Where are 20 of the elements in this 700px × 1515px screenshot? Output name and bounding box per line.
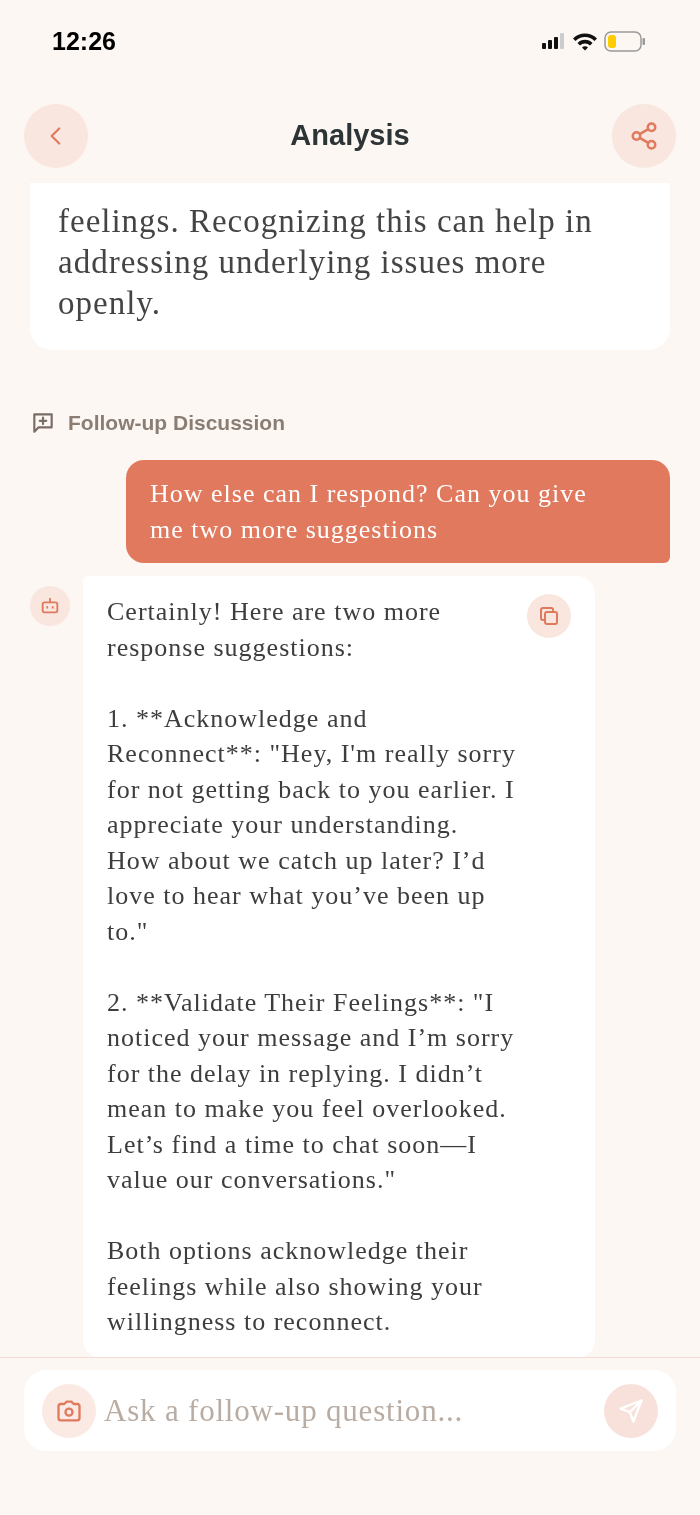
section-heading: Follow-up Discussion (68, 411, 285, 435)
copy-button[interactable] (527, 594, 571, 638)
analysis-text: feelings. Recognizing this can help in addressing underlying issues more openly. (58, 202, 594, 323)
copy-icon (537, 604, 561, 628)
page-title: Analysis (290, 119, 410, 152)
status-time: 12:26 (52, 26, 116, 56)
message-text: Certainly! Here are two more response suggestions: (107, 596, 443, 664)
message-text: How else can I respond? Can you give me two more suggestions (150, 478, 588, 546)
chat-add-icon (30, 410, 56, 436)
message-text: 1. **Acknowledge and Reconnect**: "Hey, I'm really sorry for not getting back to you earlier. I appreciate your understanding. How about we catch up later? I’d love to hear what you’ve been up to." (107, 702, 517, 948)
question-field[interactable]: Ask a follow-up question... (104, 1392, 596, 1429)
wifi-icon (572, 31, 598, 51)
share-icon (629, 120, 659, 151)
signal-icon (542, 33, 566, 49)
message-text: 2. **Validate Their Feelings**: "I noticed your message and I’m sorry for the delay in replying. I didn’t mean to make you feel overlooked. Let’s find a time to chat soon—I value our conversations." (107, 986, 516, 1196)
camera-button[interactable] (42, 1383, 96, 1438)
battery-icon (604, 30, 646, 52)
question-box[interactable]: Ask a follow-up question... (24, 1370, 676, 1451)
message-text: Both options acknowledge their feelings while also showing your willingness to reconnect. (107, 1235, 484, 1338)
send-icon (617, 1396, 645, 1425)
